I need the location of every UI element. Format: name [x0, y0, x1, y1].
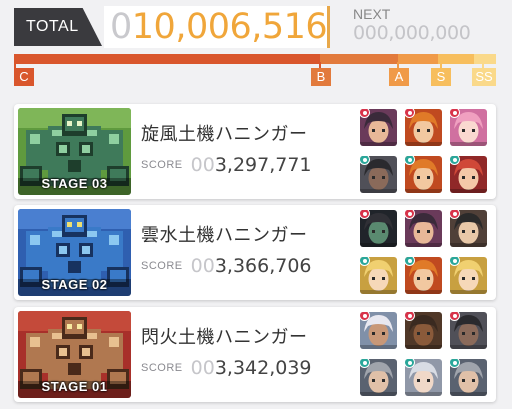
- score-value: 3,297,771: [214, 154, 312, 176]
- rank-marker-c: C: [14, 68, 34, 86]
- next-value: 000,000,000: [353, 22, 471, 44]
- boss-name: 閃火土機ハニンガー: [141, 327, 308, 348]
- score-leading-zeros: 00: [190, 357, 215, 379]
- stage-score: SCORE 003,297,771: [141, 154, 312, 176]
- party-member-grey-hair-character: [360, 359, 397, 396]
- total-score-leading-zero: 0: [110, 7, 132, 47]
- stage-card-02[interactable]: STAGE 02 雲水土機ハニンガー SCORE 003,366,706: [14, 205, 496, 300]
- score-label: SCORE: [141, 159, 183, 171]
- score-label: SCORE: [141, 362, 183, 374]
- party-member-grey-hair-character: [450, 359, 487, 396]
- rank-bar-segment-c: [14, 54, 320, 64]
- party-member-white-hair-character: [360, 312, 397, 349]
- party-member-masked-character: [360, 210, 397, 247]
- score-value: 3,342,039: [214, 357, 312, 379]
- stage-label: STAGE 01: [41, 379, 108, 394]
- party-icons: [360, 210, 492, 296]
- rank-marker-ss: SS: [472, 68, 496, 86]
- rank-bar-segment-a: [398, 54, 438, 64]
- score-label: SCORE: [141, 260, 183, 272]
- total-score: 010,006,516: [104, 6, 330, 48]
- party-member-orange-hair-character: [405, 109, 442, 146]
- party-icons: [360, 312, 492, 398]
- party-member-dark-character: [450, 312, 487, 349]
- party-member-blonde-character: [450, 257, 487, 294]
- rank-progress-bar: [14, 54, 496, 64]
- party-member-red-hair-character: [450, 156, 487, 193]
- rank-bar-segment-ss: [474, 54, 496, 64]
- party-icons: [360, 109, 492, 195]
- rank-marker-a: A: [389, 68, 409, 86]
- score-leading-zeros: 00: [190, 255, 215, 277]
- party-member-dark-skin-character: [405, 312, 442, 349]
- boss-name: 旋風土機ハニンガー: [141, 124, 308, 145]
- rank-bar-segment-s: [438, 54, 474, 64]
- party-member-dark-character: [360, 156, 397, 193]
- stage-label: STAGE 02: [41, 277, 108, 292]
- stage-score: SCORE 003,366,706: [141, 255, 312, 277]
- party-member-blonde-character: [360, 257, 397, 294]
- total-score-value: 10,006,516: [131, 7, 328, 47]
- stage-card-01[interactable]: STAGE 01 閃火土機ハニンガー SCORE 003,342,039: [14, 307, 496, 402]
- rank-bar-segment-b: [320, 54, 398, 64]
- party-member-dark-hair-character: [360, 109, 397, 146]
- party-member-orange-hair-character: [405, 156, 442, 193]
- rank-marker-s: S: [431, 68, 451, 86]
- party-member-dark-hair-character: [405, 210, 442, 247]
- boss-name: 雲水土機ハニンガー: [141, 225, 308, 246]
- stage-card-03[interactable]: STAGE 03 旋風土機ハニンガー SCORE 003,297,771: [14, 104, 496, 199]
- party-member-orange-hair-character: [405, 257, 442, 294]
- party-member-silver-hair-character: [405, 359, 442, 396]
- stage-label: STAGE 03: [41, 176, 108, 191]
- rank-marker-b: B: [311, 68, 331, 86]
- score-leading-zeros: 00: [190, 154, 215, 176]
- score-value: 3,366,706: [214, 255, 312, 277]
- total-label: TOTAL: [14, 8, 102, 46]
- next-label: NEXT: [353, 6, 391, 22]
- party-member-glasses-character: [450, 210, 487, 247]
- stage-score: SCORE 003,342,039: [141, 357, 312, 379]
- party-member-pink-hair-character: [450, 109, 487, 146]
